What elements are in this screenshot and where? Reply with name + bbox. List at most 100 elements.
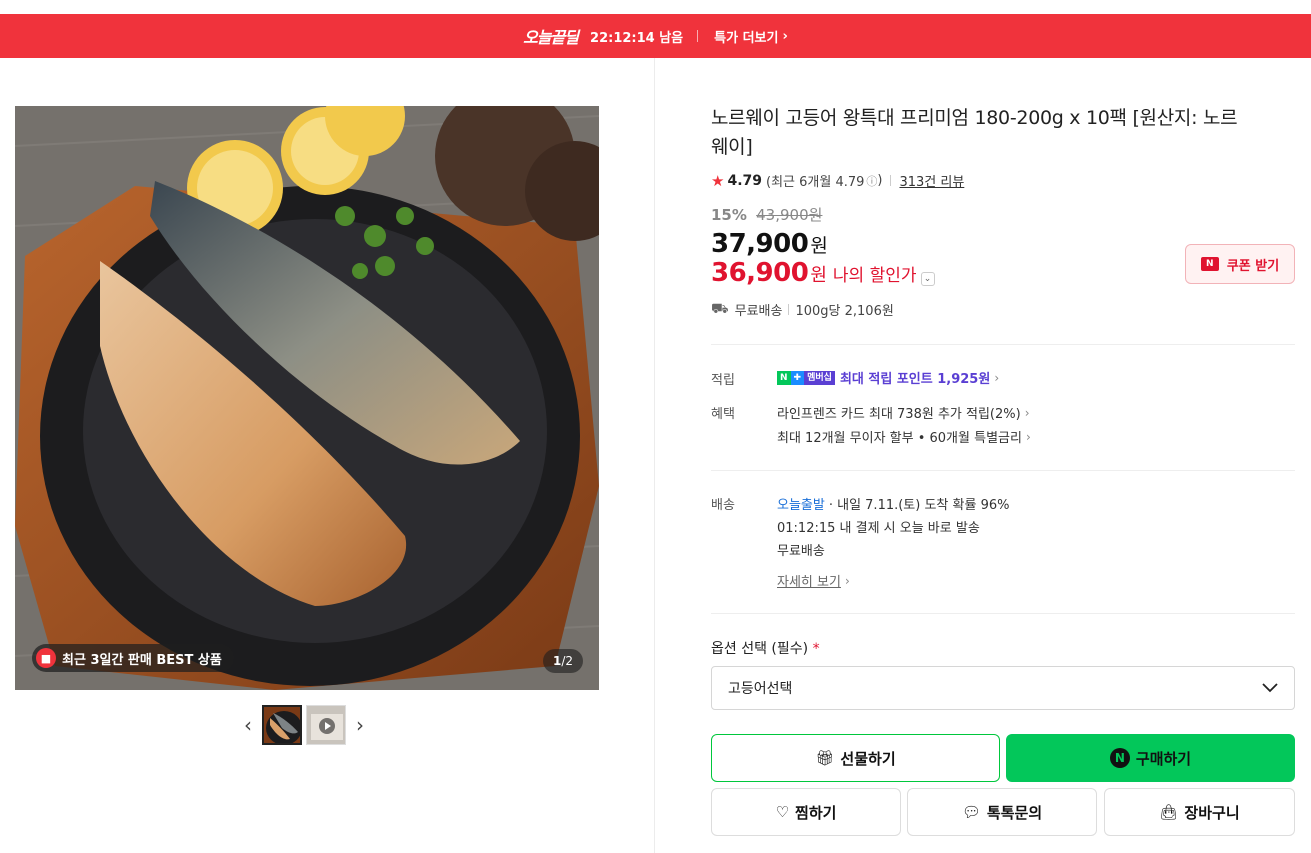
deal-timer: 22:12:14 남음	[590, 30, 684, 46]
naver-pay-icon: N	[1109, 748, 1130, 768]
best-seller-badge: ■ 최근 3일간 판매 BEST 상품	[32, 644, 234, 672]
cart-button[interactable]: 👜︎ 장바구니	[1104, 788, 1295, 836]
option-select-dropdown[interactable]: 고등어선택	[711, 666, 1295, 710]
gift-icon: 🎁︎	[815, 749, 835, 767]
image-counter-total: /2	[561, 654, 573, 668]
talk-inquiry-button[interactable]: 💬︎ 톡톡문의	[907, 788, 1097, 836]
option-selected-value: 고등어선택	[728, 681, 793, 697]
delivery-today-row: 오늘출발 · 내일 7.11.(토) 도착 확률 96%	[777, 494, 1009, 513]
points-row[interactable]: N ✚ 멤버십 최대 적립 포인트 1,925원 ›	[777, 368, 999, 387]
option-label-text: 옵션 선택 (필수)	[711, 641, 809, 657]
deal-more-label: 특가 더보기	[714, 30, 779, 46]
required-mark: *	[812, 641, 820, 657]
heart-icon: ♡	[775, 803, 790, 821]
wishlist-button[interactable]: ♡ 찜하기	[711, 788, 901, 836]
sale-price: 37,900	[711, 229, 809, 259]
price-row: 37,900 원	[711, 229, 828, 259]
chevron-left-icon[interactable]: ‹	[238, 705, 258, 745]
benefit-card-link[interactable]: 라인프렌즈 카드 최대 738원 추가 적립(2%) ›	[777, 403, 1030, 423]
product-main-image[interactable]: ■ 최근 3일간 판매 BEST 상품 1 /2	[15, 106, 599, 690]
info-icon[interactable]: ⓘ	[866, 173, 877, 189]
rating-recent-close: )	[877, 173, 883, 188]
naver-membership-badge: N ✚ 멤버십	[777, 370, 835, 385]
gift-button-label: 선물하기	[840, 749, 896, 768]
my-price-unit: 원	[810, 265, 827, 286]
divider	[711, 613, 1295, 614]
membership-mark: 멤버십	[804, 370, 835, 385]
delivery-detail-text: 자세히 보기	[777, 575, 841, 590]
plus-icon: ✚	[790, 370, 805, 385]
buy-button[interactable]: N 구매하기	[1006, 734, 1295, 782]
points-text: 최대 적립 포인트 1,925원	[839, 372, 991, 387]
buy-button-label: 구매하기	[1135, 749, 1192, 768]
rating-value: 4.79	[727, 172, 762, 189]
thumbnail-strip: ‹ ›	[238, 705, 370, 745]
points-label: 적립	[711, 373, 735, 388]
chevron-right-icon: ›	[1024, 405, 1030, 420]
chat-bubble-icon: 💬︎	[961, 803, 981, 821]
cart-button-label: 장바구니	[1184, 803, 1240, 822]
rating-recent: (최근 6개월 4.79	[766, 175, 865, 190]
coupon-button[interactable]: N 쿠폰 받기	[1185, 244, 1295, 284]
benefit-installment-link[interactable]: 최대 12개월 무이자 할부 • 60개월 특별금리 ›	[777, 427, 1031, 447]
thumbnail-2-video[interactable]	[306, 705, 346, 745]
benefit-card-text: 라인프렌즈 카드 최대 738원 추가 적립(2%)	[777, 407, 1021, 422]
shipping-row: ⛟ 무료배송 100g당 2,106원	[711, 300, 894, 320]
chevron-right-icon: ›	[1025, 429, 1031, 444]
chevron-right-icon[interactable]: ›	[350, 705, 370, 745]
column-divider	[654, 58, 655, 853]
gift-button[interactable]: 🎁︎ 선물하기	[711, 734, 1000, 782]
rating-divider	[890, 175, 892, 186]
discount-row: 15% 43,900원	[711, 204, 822, 225]
star-icon: ★	[711, 171, 725, 190]
deal-banner: 오늘끝딜 22:12:14 남음 특가 더보기 ›	[0, 14, 1311, 58]
delivery-fee-row: 무료배송	[777, 540, 825, 559]
deal-divider	[697, 30, 699, 42]
chevron-down-icon	[1262, 683, 1278, 693]
my-price-label: 나의 할인가	[832, 266, 917, 286]
thumbnail-1[interactable]	[262, 705, 302, 745]
chevron-right-icon: ›	[782, 28, 788, 44]
benefit-label: 혜택	[711, 407, 735, 422]
chevron-right-icon: ›	[844, 573, 850, 588]
today-ship-badge: 오늘출발	[777, 498, 825, 513]
coupon-button-label: 쿠폰 받기	[1226, 258, 1280, 274]
delivery-fee: 무료배송	[777, 544, 825, 559]
my-price-row[interactable]: 36,900 원 나의 할인가 ⌄	[711, 258, 935, 288]
arrival-estimate: · 내일 7.11.(토) 도착 확률 96%	[828, 498, 1010, 513]
rating-row: ★ 4.79 (최근 6개월 4.79 ⓘ ) 313건 리뷰	[711, 171, 964, 191]
best-seller-text: 최근 3일간 판매 BEST 상품	[62, 652, 222, 668]
original-price: 43,900원	[756, 206, 823, 224]
delivery-detail-link[interactable]: 자세히 보기 ›	[777, 571, 850, 591]
naver-n-mark: N	[777, 370, 791, 385]
shipping-divider	[788, 304, 790, 315]
option-label: 옵션 선택 (필수) *	[711, 638, 820, 658]
image-counter-current: 1	[552, 654, 562, 668]
delivery-cutoff: 01:12:15 내 결제 시 오늘 바로 발송	[777, 521, 980, 536]
divider	[711, 344, 1295, 345]
gift-box-icon: ■	[36, 648, 56, 668]
thumbnail-image	[264, 707, 300, 743]
shipping-fee: 무료배송	[734, 304, 783, 319]
wishlist-button-label: 찜하기	[795, 803, 837, 822]
sale-price-unit: 원	[810, 235, 828, 257]
chevron-down-icon[interactable]: ⌄	[920, 272, 935, 286]
benefit-installment-text: 최대 12개월 무이자 할부 • 60개월 특별금리	[777, 431, 1022, 446]
discount-rate: 15%	[711, 206, 747, 224]
deal-logo: 오늘끝딜	[523, 28, 579, 47]
delivery-label: 배송	[711, 498, 735, 513]
talk-inquiry-button-label: 톡톡문의	[986, 803, 1043, 822]
image-counter: 1 /2	[542, 649, 583, 673]
deal-more-link[interactable]: 특가 더보기 ›	[714, 27, 788, 46]
product-title: 노르웨이 고등어 왕특대 프리미엄 180-200g x 10팩 [원산지: 노…	[711, 107, 1238, 158]
divider	[711, 470, 1295, 471]
naver-n-icon: N	[1200, 257, 1219, 271]
chevron-right-icon: ›	[994, 370, 1000, 385]
review-count-link[interactable]: 313건 리뷰	[899, 171, 964, 190]
mackerel-photo	[15, 106, 599, 690]
unit-price: 100g당 2,106원	[795, 304, 894, 319]
delivery-cutoff-row: 01:12:15 내 결제 시 오늘 바로 발송	[777, 517, 980, 536]
shopping-bag-icon: 👜︎	[1159, 803, 1179, 821]
play-icon	[319, 718, 335, 734]
my-price: 36,900	[711, 258, 809, 288]
